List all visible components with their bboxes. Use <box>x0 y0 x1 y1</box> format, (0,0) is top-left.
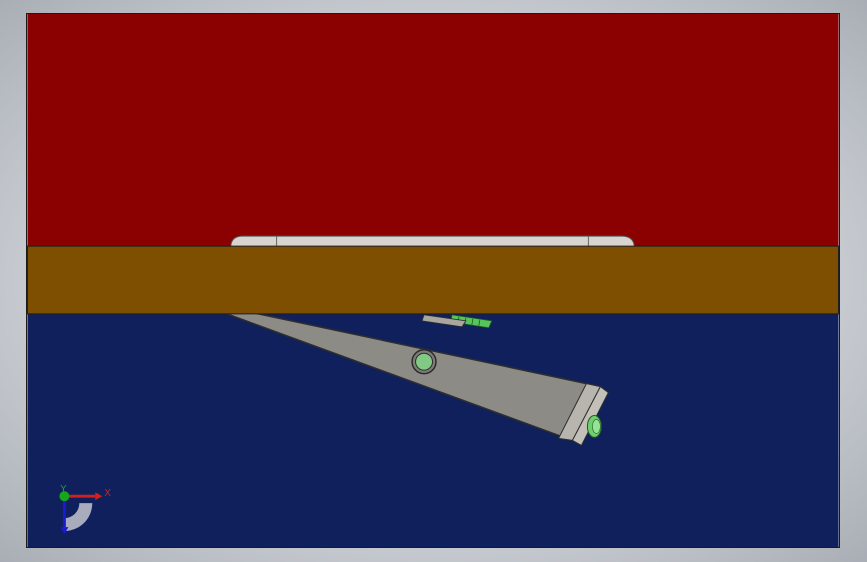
model-view[interactable]: X Y <box>26 13 840 548</box>
bottom-block[interactable] <box>27 313 839 547</box>
middle-bar[interactable] <box>27 245 839 315</box>
top-block[interactable] <box>27 14 839 248</box>
x-axis-label: X <box>104 488 111 499</box>
model-svg[interactable]: X Y <box>27 14 839 547</box>
graphics-viewport[interactable]: X Y <box>0 0 867 562</box>
hinge-plate[interactable] <box>230 235 635 248</box>
y-axis-label: Y <box>59 484 67 495</box>
